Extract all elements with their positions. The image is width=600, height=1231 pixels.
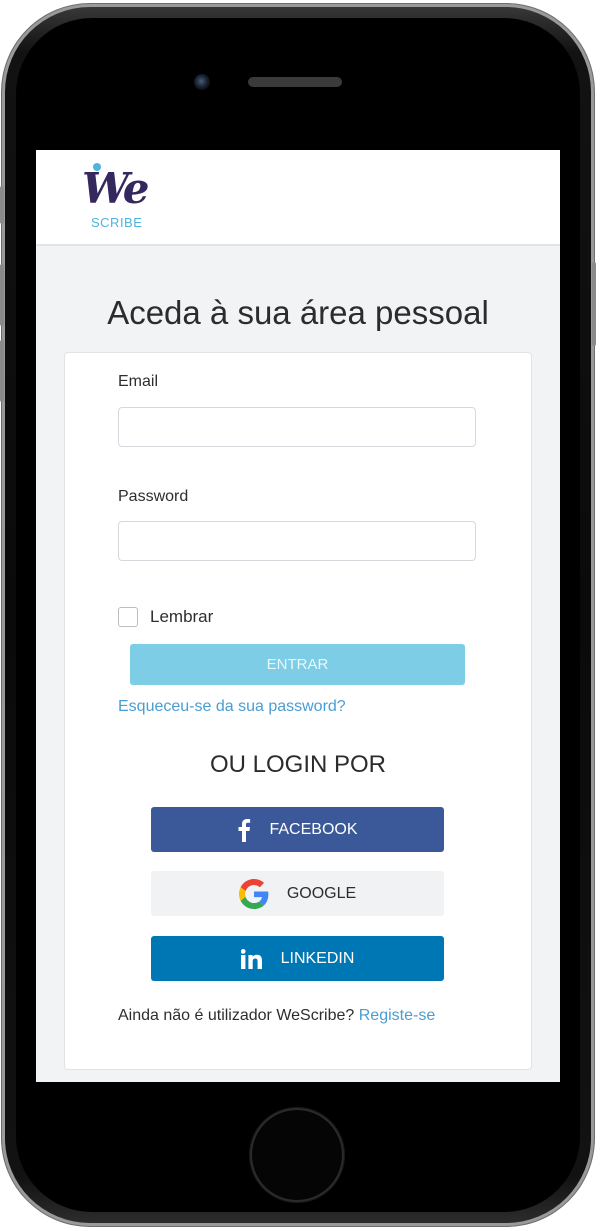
phone-side-button	[592, 262, 596, 346]
linkedin-login-label: LINKEDIN	[280, 949, 355, 967]
screen: We SCRIBE Aceda à sua área pessoal Email…	[36, 150, 560, 1082]
phone-volume-button	[0, 186, 4, 224]
google-login-button[interactable]: GOOGLE	[151, 871, 444, 916]
forgot-password-link[interactable]: Esqueceu-se da sua password?	[118, 698, 346, 716]
phone-volume-button	[0, 340, 4, 402]
logo-wordmark: We	[82, 164, 149, 213]
password-field[interactable]	[118, 521, 476, 561]
password-label: Password	[118, 488, 189, 505]
signup-link[interactable]: Registe-se	[359, 1007, 435, 1024]
logo-subtext: SCRIBE	[91, 215, 143, 230]
facebook-icon	[237, 818, 251, 842]
app-header: We SCRIBE	[36, 150, 560, 246]
remember-label: Lembrar	[150, 607, 214, 626]
google-icon	[238, 878, 269, 909]
page-title: Aceda à sua área pessoal	[107, 294, 489, 331]
email-field[interactable]	[118, 407, 476, 447]
login-card: Email Password Lembrar ENTRAR Esqueceu-s…	[64, 352, 532, 1070]
social-login-heading: OU LOGIN POR	[209, 751, 387, 778]
home-button[interactable]	[250, 1108, 344, 1202]
email-label: Email	[118, 373, 159, 390]
facebook-login-button[interactable]: FACEBOOK	[151, 807, 444, 852]
wescribe-logo[interactable]: We SCRIBE	[82, 162, 162, 234]
signup-prompt-text: Ainda não é utilizador WeScribe?	[118, 1007, 355, 1024]
camera	[194, 74, 210, 90]
google-login-label: GOOGLE	[286, 884, 357, 902]
speaker-grille	[248, 77, 342, 87]
remember-option[interactable]: Lembrar	[118, 607, 213, 627]
linkedin-icon	[240, 948, 263, 969]
signup-prompt: Ainda não é utilizador WeScribe? Registe…	[118, 1003, 478, 1028]
login-button[interactable]: ENTRAR	[130, 644, 465, 685]
remember-checkbox[interactable]	[118, 607, 138, 627]
facebook-login-label: FACEBOOK	[269, 820, 358, 838]
linkedin-login-button[interactable]: LINKEDIN	[151, 936, 444, 981]
logo-dot	[93, 163, 101, 171]
phone-volume-button	[0, 264, 4, 326]
